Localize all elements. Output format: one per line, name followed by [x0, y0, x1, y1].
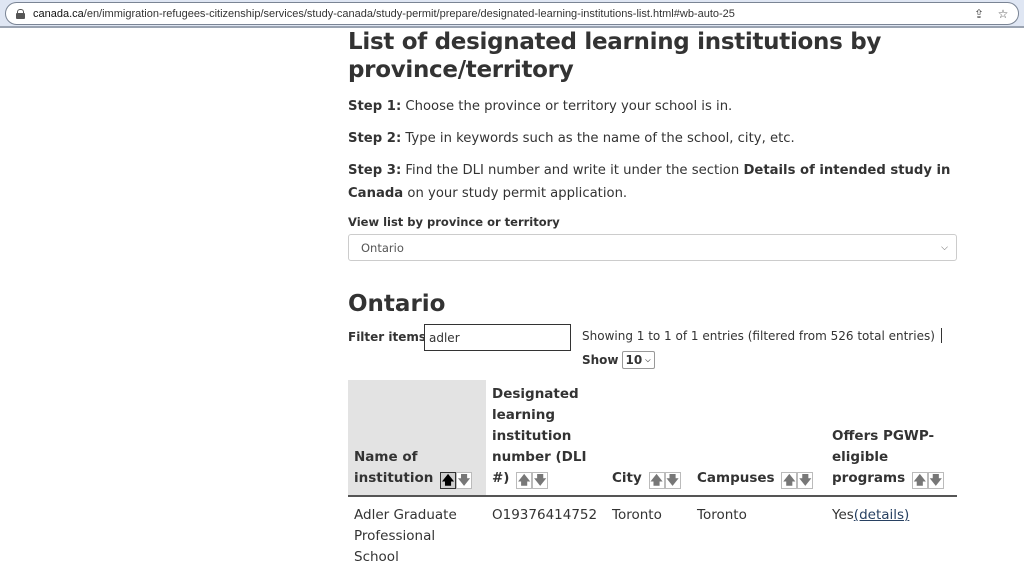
filter-input[interactable] [424, 324, 571, 351]
cell-pgwp: Yes(details) [826, 496, 957, 567]
lock-icon[interactable] [16, 8, 25, 19]
step-3-text: Find the DLI number and write it under t… [401, 163, 744, 178]
filter-label: Filter items [348, 330, 427, 344]
cell-city: Toronto [612, 507, 662, 523]
show-label: Show [582, 353, 619, 367]
cell-dli-number: O19376414752 [492, 507, 598, 523]
step-1: Step 1: Choose the province or territory… [348, 95, 958, 118]
sort-ascending-icon[interactable]: 🡅 [440, 471, 457, 489]
step-2: Step 2: Type in keywords such as the nam… [348, 127, 958, 150]
page-length-control: Show 10 ⌵ [582, 351, 655, 369]
sort-controls: 🡅 🡇 [781, 471, 814, 489]
chevron-down-icon: ⌵ [645, 355, 651, 364]
column-label: Campuses [697, 470, 775, 486]
province-select-label: View list by province or territory [348, 215, 560, 229]
url-path: /en/immigration-refugees-citizenship/ser… [83, 7, 735, 20]
main-content: List of designated learning institutions… [348, 28, 958, 567]
step-1-label: Step 1: [348, 99, 402, 114]
step-3-label: Step 3: [348, 163, 402, 178]
sort-ascending-icon[interactable]: 🡅 [516, 471, 533, 489]
share-icon[interactable]: ⇪ [970, 5, 988, 23]
sort-controls: 🡅 🡇 [911, 471, 944, 489]
pgwp-value: Yes [832, 507, 854, 523]
page-title: List of designated learning institutions… [348, 29, 882, 83]
column-header-dli[interactable]: Designated learning institution number (… [486, 380, 606, 497]
province-selected-value: Ontario [361, 240, 404, 255]
cell-institution-name: Adler Graduate Professional School [354, 507, 457, 565]
address-bar[interactable]: canada.ca/en/immigration-refugees-citize… [5, 2, 1019, 25]
table-controls: Filter items Showing 1 to 1 of 1 entries… [348, 324, 958, 380]
sort-controls: 🡅 🡇 [440, 471, 473, 489]
step-3-text-after: on your study permit application. [403, 186, 628, 201]
table-row: Adler Graduate Professional School O1937… [348, 496, 957, 567]
step-1-text: Choose the province or territory your sc… [401, 99, 733, 114]
step-2-label: Step 2: [348, 131, 402, 146]
sort-descending-icon[interactable]: 🡇 [927, 471, 944, 489]
cell-campuses: Toronto [697, 507, 747, 523]
page-length-select[interactable]: 10 ⌵ [621, 351, 655, 369]
step-3: Step 3: Find the DLI number and write it… [348, 159, 958, 205]
entries-summary: Showing 1 to 1 of 1 entries (filtered fr… [582, 329, 935, 343]
url-text[interactable]: canada.ca/en/immigration-refugees-citize… [33, 8, 970, 20]
sort-ascending-icon[interactable]: 🡅 [781, 471, 798, 489]
browser-toolbar: canada.ca/en/immigration-refugees-citize… [0, 0, 1024, 28]
page-length-value: 10 [625, 353, 643, 367]
bookmark-star-icon[interactable]: ☆ [994, 5, 1012, 23]
table-info: Showing 1 to 1 of 1 entries (filtered fr… [582, 328, 942, 343]
sort-controls: 🡅 🡇 [648, 471, 681, 489]
column-header-pgwp[interactable]: Offers PGWP-eligible programs 🡅 🡇 [826, 380, 957, 497]
sort-descending-icon[interactable]: 🡇 [456, 471, 473, 489]
sort-descending-icon[interactable]: 🡇 [532, 471, 549, 489]
step-2-text: Type in keywords such as the name of the… [401, 131, 795, 146]
sort-ascending-icon[interactable]: 🡅 [911, 471, 928, 489]
column-header-city[interactable]: City 🡅 🡇 [606, 380, 691, 497]
details-link[interactable]: (details) [854, 507, 910, 523]
sort-ascending-icon[interactable]: 🡅 [648, 471, 665, 489]
sort-descending-icon[interactable]: 🡇 [664, 471, 681, 489]
province-select[interactable]: Ontario ⌵ [348, 234, 957, 261]
sort-controls: 🡅 🡇 [516, 471, 549, 489]
column-header-campuses[interactable]: Campuses 🡅 🡇 [691, 380, 826, 497]
column-header-name[interactable]: Name of institution 🡅 🡇 [348, 380, 486, 497]
separator [940, 328, 942, 343]
chevron-down-icon: ⌵ [941, 242, 948, 253]
dli-table: Name of institution 🡅 🡇 Designated learni… [348, 380, 957, 567]
column-label: Name of institution [354, 449, 434, 486]
table-header-row: Name of institution 🡅 🡇 Designated learni… [348, 380, 957, 497]
sort-descending-icon[interactable]: 🡇 [797, 471, 814, 489]
column-label: City [612, 470, 642, 486]
url-host: canada.ca [33, 7, 84, 20]
region-heading: Ontario [348, 291, 446, 317]
instructions: Step 1: Choose the province or territory… [348, 95, 958, 205]
